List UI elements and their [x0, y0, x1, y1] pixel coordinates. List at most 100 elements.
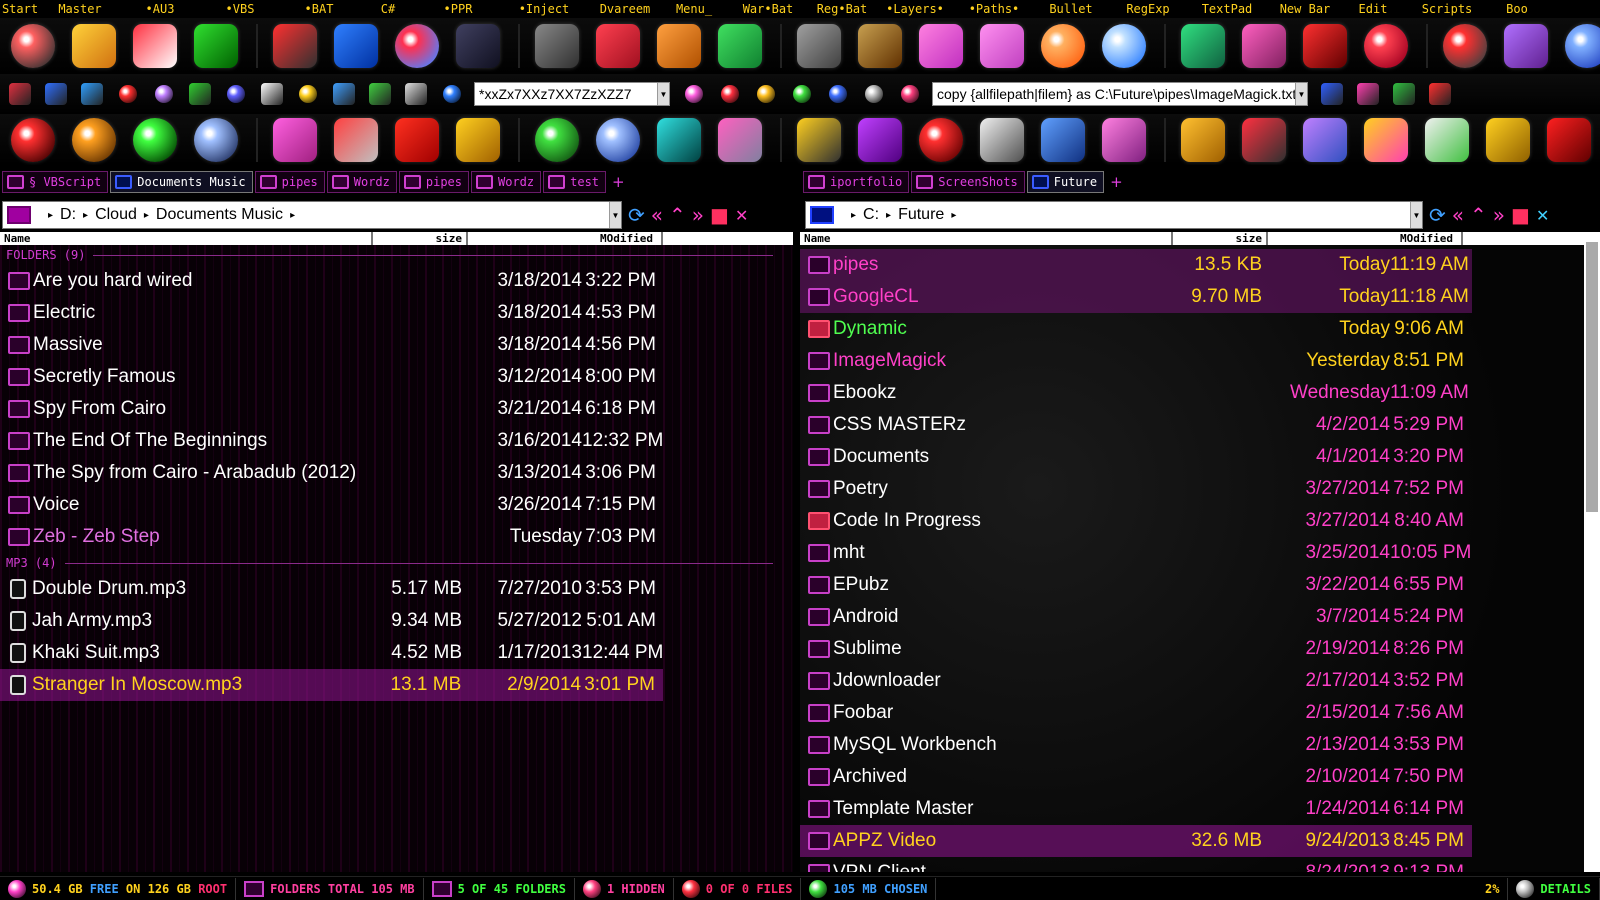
toolbar-button[interactable] [790, 114, 848, 165]
breadcrumb-segment[interactable]: Future [898, 206, 944, 224]
menu-item[interactable]: Start [0, 0, 40, 17]
up-icon[interactable]: ⌃ [669, 203, 686, 227]
table-row[interactable]: Jdownloader 2/17/2014 3:52 PM [800, 665, 1590, 697]
add-tab-icon[interactable]: + [612, 173, 625, 191]
toolbar-button[interactable] [589, 114, 647, 165]
table-row[interactable]: Double Drum.mp3 5.17 MB 7/27/2010 3:53 PM [0, 573, 793, 605]
column-name[interactable]: Name [0, 232, 373, 245]
toolbar-button[interactable] [1357, 20, 1415, 72]
toolbar-button[interactable] [126, 20, 184, 72]
table-row[interactable]: mht 3/25/2014 10:05 PM [800, 537, 1590, 569]
toolbar-button[interactable] [449, 20, 507, 72]
chevron-down-icon[interactable]: ▼ [609, 202, 621, 228]
toolbar-button[interactable] [4, 20, 62, 72]
refresh-icon[interactable]: ⟳ [628, 203, 645, 227]
menu-item[interactable]: Reg•Bat [808, 0, 876, 17]
command-line-combo[interactable]: copy {allfilepath|filem} as C:\Future\pi… [932, 82, 1308, 106]
tab[interactable]: Future [1026, 171, 1105, 193]
table-row[interactable]: Template Master 1/24/2014 6:14 PM [800, 793, 1590, 825]
toolbar-button[interactable] [327, 114, 385, 165]
table-row[interactable]: Archived 2/10/2014 7:50 PM [800, 761, 1590, 793]
toolbar-button[interactable] [38, 77, 74, 111]
toolbar-button[interactable] [851, 114, 909, 165]
menu-item[interactable]: RegExp [1108, 0, 1188, 17]
breadcrumb-segment[interactable]: Cloud [95, 206, 137, 224]
refresh-icon[interactable]: ⟳ [1429, 203, 1446, 227]
toolbar-button[interactable] [1235, 114, 1293, 165]
forward-icon[interactable]: » [1493, 203, 1505, 227]
toolbar-button[interactable] [1235, 20, 1293, 72]
right-breadcrumb[interactable]: ▸ C: ▸ Future ▸ ▼ [805, 201, 1423, 229]
toolbar-button[interactable] [748, 77, 784, 111]
toolbar-button[interactable] [254, 77, 290, 111]
toolbar-button[interactable] [266, 20, 324, 72]
tab[interactable]: § VBScript [2, 171, 109, 193]
tab[interactable]: Wordz [326, 171, 397, 193]
table-row[interactable]: Massive 3/18/2014 4:56 PM [0, 329, 793, 361]
toolbar-button[interactable] [388, 114, 446, 165]
toolbar-button[interactable] [711, 114, 769, 165]
table-row[interactable]: EPubz 3/22/2014 6:55 PM [800, 569, 1590, 601]
toolbar-button[interactable] [1174, 114, 1232, 165]
toolbar-button[interactable] [74, 77, 110, 111]
toolbar-button[interactable] [528, 114, 586, 165]
up-icon[interactable]: ⌃ [1470, 203, 1487, 227]
toolbar-button[interactable] [290, 77, 326, 111]
toolbar-button[interactable] [973, 114, 1031, 165]
menu-item[interactable]: •VBS [200, 0, 280, 17]
toolbar-button[interactable] [434, 77, 470, 111]
toolbar-button[interactable] [589, 20, 647, 72]
table-row[interactable]: APPZ Video 32.6 MB 9/24/2013 8:45 PM [800, 825, 1472, 857]
table-row[interactable]: Sublime 2/19/2014 8:26 PM [800, 633, 1590, 665]
toolbar-button[interactable] [1558, 20, 1600, 72]
toolbar-button[interactable] [1034, 114, 1092, 165]
menu-item[interactable]: •PPR [418, 0, 498, 17]
toolbar-button[interactable] [1174, 20, 1232, 72]
toolbar-button[interactable] [326, 77, 362, 111]
toolbar-button[interactable] [266, 114, 324, 165]
toolbar-button[interactable] [187, 114, 245, 165]
column-size[interactable]: size [373, 232, 468, 245]
group-header[interactable]: MP3 (4) [0, 553, 793, 573]
chevron-down-icon[interactable]: ▼ [1410, 202, 1422, 228]
table-row[interactable]: Zeb - Zeb Step Tuesday 7:03 PM [0, 521, 793, 553]
menu-item[interactable]: Dvareem [590, 0, 660, 17]
table-row[interactable]: Spy From Cairo 3/21/2014 6:18 PM [0, 393, 793, 425]
forward-icon[interactable]: » [692, 203, 704, 227]
table-row[interactable]: Electric 3/18/2014 4:53 PM [0, 297, 793, 329]
toolbar-button[interactable] [892, 77, 928, 111]
tab[interactable]: iportfolio [803, 171, 910, 193]
back-icon[interactable]: « [1452, 203, 1464, 227]
toolbar-button[interactable] [182, 77, 218, 111]
toolbar-button[interactable] [650, 20, 708, 72]
toolbar-button[interactable] [1436, 20, 1494, 72]
toolbar-button[interactable] [856, 77, 892, 111]
menu-item[interactable]: •AU3 [120, 0, 200, 17]
tab[interactable]: Wordz [471, 171, 542, 193]
add-tab-icon[interactable]: + [1110, 173, 1123, 191]
breadcrumb-segment[interactable]: D: [60, 206, 76, 224]
toolbar-button[interactable] [711, 20, 769, 72]
toolbar-button[interactable] [528, 20, 586, 72]
table-row[interactable]: VPN Client 8/24/20139:13 PM [800, 857, 1590, 872]
toolbar-button[interactable] [65, 20, 123, 72]
toolbar-button[interactable] [1479, 114, 1537, 165]
toolbar-button[interactable] [650, 114, 708, 165]
toolbar-button[interactable] [912, 20, 970, 72]
menu-item[interactable]: New Bar [1266, 0, 1344, 17]
toolbar-button[interactable] [398, 77, 434, 111]
toolbar-button[interactable] [1497, 20, 1555, 72]
toolbar-button[interactable] [362, 77, 398, 111]
toolbar-button[interactable] [1314, 77, 1350, 111]
table-row[interactable]: Are you hard wired 3/18/2014 3:22 PM [0, 265, 793, 297]
column-size[interactable]: size [1173, 232, 1268, 245]
menu-item[interactable]: Master [40, 0, 120, 17]
left-breadcrumb[interactable]: ▸ D: ▸ Cloud ▸ Documents Music ▸ ▼ [2, 201, 622, 229]
toolbar-button[interactable] [388, 20, 446, 72]
menu-item[interactable]: •Layers• [876, 0, 954, 17]
close-icon[interactable]: ✕ [1536, 206, 1549, 225]
menu-item[interactable]: Menu_ [660, 0, 728, 17]
toolbar-button[interactable] [126, 114, 184, 165]
toolbar-button[interactable] [712, 77, 748, 111]
toolbar-button[interactable] [676, 77, 712, 111]
